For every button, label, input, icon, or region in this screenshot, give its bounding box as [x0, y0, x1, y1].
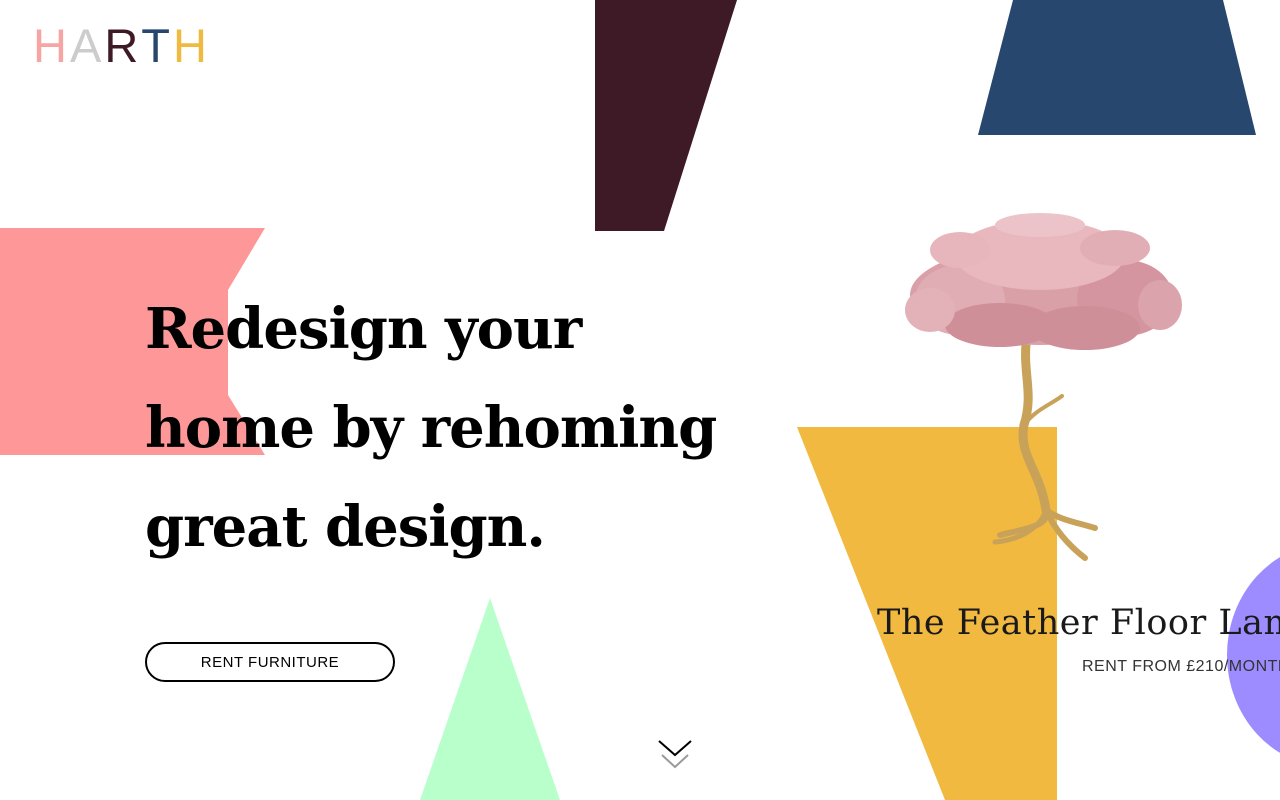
rent-furniture-button[interactable]: RENT FURNITURE	[145, 642, 395, 682]
mint-triangle	[420, 598, 560, 800]
brand-logo[interactable]: HARTH	[33, 22, 210, 69]
product-price: RENT FROM £210/MONTH	[1082, 658, 1280, 675]
lavender-circle	[1227, 557, 1280, 753]
navy-trapezoid	[978, 0, 1256, 135]
chevron-down-icon[interactable]	[656, 738, 694, 772]
maroon-trapezoid	[595, 0, 737, 231]
logo-letter: A	[69, 19, 105, 72]
lamp-shade-feathers	[905, 213, 1182, 350]
lamp-stem	[992, 325, 1098, 561]
logo-letter: T	[141, 19, 173, 72]
logo-letter: R	[104, 19, 142, 72]
page: HARTH Redesign your home by rehoming gre…	[0, 0, 1280, 800]
hero-headline: Redesign your home by rehoming great des…	[145, 296, 717, 560]
logo-letter: H	[33, 19, 70, 72]
feather-lamp-image[interactable]	[900, 210, 1185, 570]
product-title[interactable]: The Feather Floor Lamp	[877, 603, 1280, 643]
logo-letter: H	[172, 19, 210, 72]
